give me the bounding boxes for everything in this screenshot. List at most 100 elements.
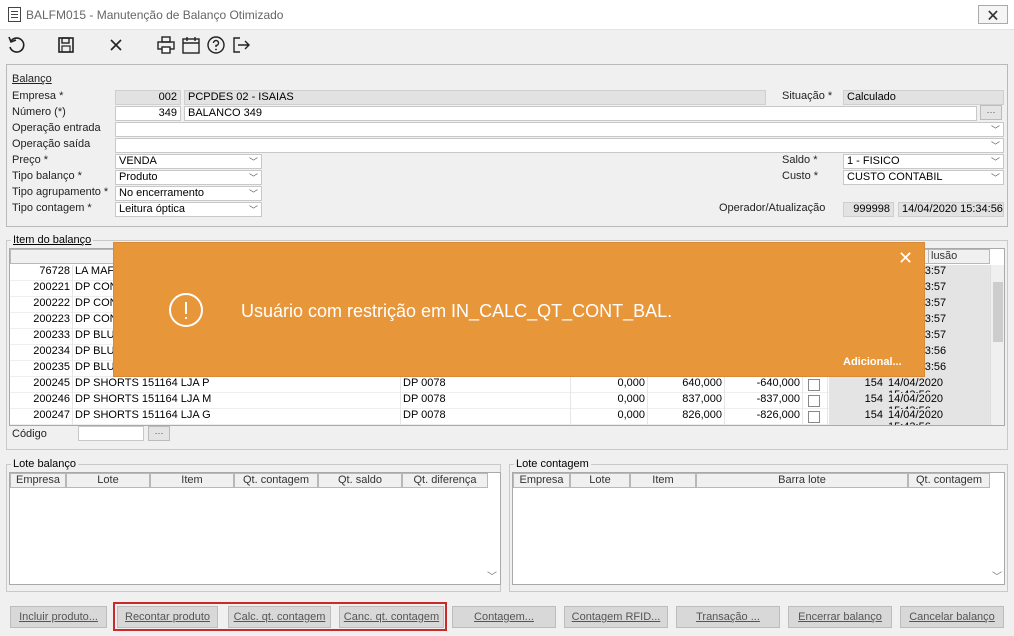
lookup-icon[interactable]: ⋯ — [980, 105, 1002, 120]
cell-desc: DP SHORTS 151164 LJA P — [73, 377, 401, 393]
title-bar: BALFM015 - Manutenção de Balanço Otimiza… — [0, 0, 1014, 30]
custo-label: Custo * — [782, 170, 819, 182]
recontar-produto-button[interactable]: Recontar produto — [117, 606, 218, 628]
toast-close-icon[interactable]: ✕ — [898, 248, 913, 269]
tipo-agrup-select[interactable]: No encerramento ﹀ — [115, 186, 262, 201]
column-header[interactable]: Lote — [570, 473, 630, 488]
error-toast: Usuário com restrição em IN_CALC_QT_CONT… — [113, 242, 925, 377]
cancelar-balanco-button[interactable]: Cancelar balanço — [900, 606, 1004, 628]
column-header[interactable]: Item — [150, 473, 234, 488]
close-icon[interactable] — [105, 34, 127, 56]
contagem-rfid-button[interactable]: Contagem RFID... — [564, 606, 668, 628]
cell-code: 200234 — [10, 345, 73, 361]
itens-grid-header-dt: lusão — [928, 249, 990, 264]
op-saida-label: Operação saída — [12, 138, 91, 150]
incluir-produto-button[interactable]: Incluir produto... — [10, 606, 107, 628]
cell-code: 200221 — [10, 281, 73, 297]
app-icon — [8, 7, 21, 22]
preco-label: Preço * — [12, 154, 49, 166]
saldo-label: Saldo * — [782, 154, 818, 166]
cell-qt3: -640,000 — [725, 377, 803, 393]
tipo-contagem-select[interactable]: Leitura óptica ﹀ — [115, 202, 262, 217]
lote-balanco-headers: Empresa Lote Item Qt. contagem Qt. saldo Qt. … — [10, 473, 488, 488]
cell-qt1: 0,000 — [571, 393, 648, 409]
cell-desc: DP SHORTS 151164 LJA M — [73, 393, 401, 409]
transacao-button[interactable]: Transação ... — [676, 606, 780, 628]
cell-qt3: -837,000 — [725, 393, 803, 409]
column-header[interactable]: Qt. saldo — [318, 473, 402, 488]
column-header[interactable]: Empresa — [10, 473, 66, 488]
numero-code-input[interactable]: 349 — [115, 106, 181, 121]
encerrar-balanco-button[interactable]: Encerrar balanço — [788, 606, 892, 628]
lote-balanco-grid — [9, 472, 501, 585]
cell-code: 200222 — [10, 297, 73, 313]
print-icon[interactable] — [155, 34, 177, 56]
save-icon[interactable] — [55, 34, 77, 56]
op-entrada-label: Operação entrada — [12, 122, 101, 134]
lote-contagem-headers: Empresa Lote Item Barra lote Qt. contagem — [513, 473, 990, 488]
checkbox[interactable] — [808, 395, 820, 407]
cell-code: 200233 — [10, 329, 73, 345]
help-icon[interactable] — [205, 34, 227, 56]
cell-desc: DP SHORTS 151164 LJA G — [73, 409, 401, 425]
cell-code: 200223 — [10, 313, 73, 329]
cell-qt2: 837,000 — [648, 393, 725, 409]
op-saida-select[interactable]: ﹀ — [115, 138, 1004, 153]
toast-more-link[interactable]: Adicional... — [843, 356, 902, 368]
situacao-label: Situação * — [782, 90, 833, 102]
cell-op: 154 — [829, 409, 886, 425]
calc-qt-contagem-button[interactable]: Calc. qt. contagem — [228, 606, 331, 628]
cell-op: 154 — [829, 393, 886, 409]
chevron-down-icon: ﹀ — [248, 157, 258, 167]
numero-label: Número (*) — [12, 106, 66, 118]
codigo-input[interactable] — [78, 426, 144, 441]
preco-select[interactable]: VENDA ﹀ — [115, 154, 262, 169]
op-entrada-select[interactable]: ﹀ — [115, 122, 1004, 137]
checkbox[interactable] — [808, 379, 820, 391]
codigo-lookup-icon[interactable]: ⋯ — [148, 426, 170, 441]
itens-scrollbar[interactable] — [990, 265, 1004, 425]
scrollbar-thumb[interactable] — [993, 282, 1003, 342]
tipo-balanco-label: Tipo balanço * — [12, 170, 82, 182]
chevron-down-icon[interactable]: ﹀ — [992, 568, 1002, 583]
column-header[interactable]: Item — [630, 473, 696, 488]
undo-icon[interactable] — [6, 34, 28, 56]
cell-ref: DP 0078 — [401, 393, 571, 409]
cell-code: 200247 — [10, 409, 73, 425]
tipo-balanco-select[interactable]: Produto ﹀ — [115, 170, 262, 185]
window-title: BALFM015 - Manutenção de Balanço Otimiza… — [26, 8, 284, 22]
calendar-icon[interactable] — [180, 34, 202, 56]
situacao-value: Calculado — [843, 90, 1004, 105]
cell-code: 200246 — [10, 393, 73, 409]
checkbox[interactable] — [808, 411, 820, 423]
column-header[interactable]: Barra lote — [696, 473, 908, 488]
numero-name-input[interactable]: BALANCO 349 — [184, 106, 977, 121]
tipo-agrup-label: Tipo agrupamento * — [12, 186, 109, 198]
chevron-down-icon: ﹀ — [248, 205, 258, 215]
saldo-select[interactable]: 1 - FISICO ﹀ — [843, 154, 1004, 169]
column-header[interactable]: Empresa — [513, 473, 570, 488]
lote-balanco-title: Lote balanço — [11, 458, 78, 470]
chevron-down-icon[interactable]: ﹀ — [487, 568, 497, 583]
column-header[interactable]: Lote — [66, 473, 150, 488]
chevron-down-icon: ﹀ — [990, 141, 1000, 151]
column-header[interactable]: Qt. contagem — [908, 473, 990, 488]
balanco-title: Balanço — [12, 73, 52, 85]
column-header[interactable]: Qt. diferença — [402, 473, 488, 488]
cell-code: 200245 — [10, 377, 73, 393]
exit-icon[interactable] — [230, 34, 252, 56]
row-checkbox[interactable] — [803, 393, 828, 409]
canc-qt-contagem-button[interactable]: Canc. qt. contagem — [339, 606, 444, 628]
column-header[interactable]: Qt. contagem — [234, 473, 318, 488]
chevron-down-icon: ﹀ — [248, 173, 258, 183]
cell-ref: DP 0078 — [401, 409, 571, 425]
cell-dt: 14/04/2020 15:43:56 — [886, 393, 990, 409]
chevron-down-icon: ﹀ — [990, 157, 1000, 167]
row-checkbox[interactable] — [803, 377, 828, 393]
lote-contagem-title: Lote contagem — [514, 458, 591, 470]
row-checkbox[interactable] — [803, 409, 828, 425]
window-close-button[interactable]: 🗙 — [978, 5, 1008, 24]
custo-select[interactable]: CUSTO CONTABIL ﹀ — [843, 170, 1004, 185]
contagem-button[interactable]: Contagem... — [452, 606, 556, 628]
operador-label: Operador/Atualização — [719, 202, 826, 214]
